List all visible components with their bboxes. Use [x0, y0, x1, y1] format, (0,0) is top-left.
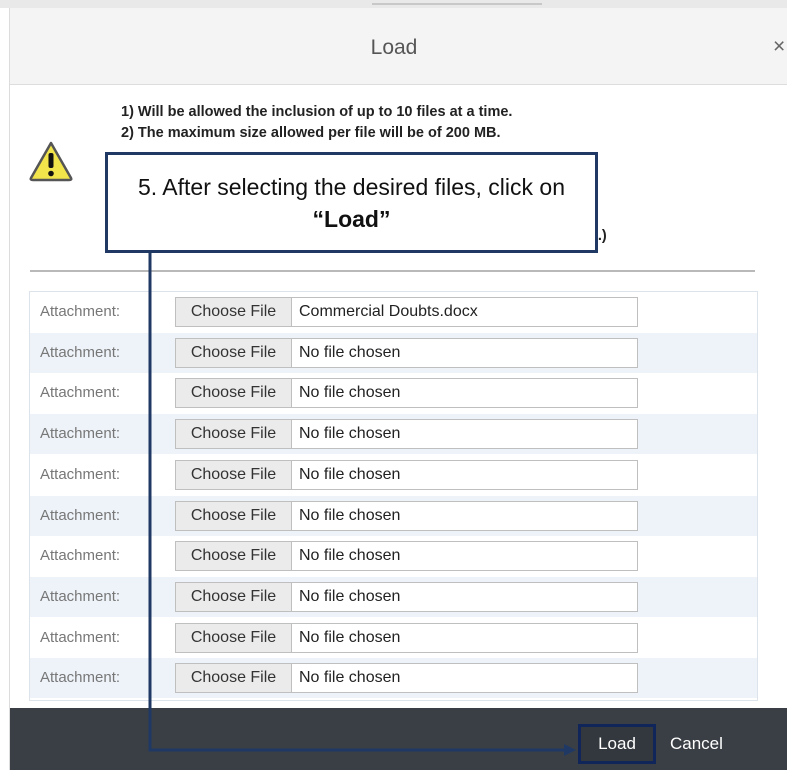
callout-arrow — [148, 253, 576, 756]
